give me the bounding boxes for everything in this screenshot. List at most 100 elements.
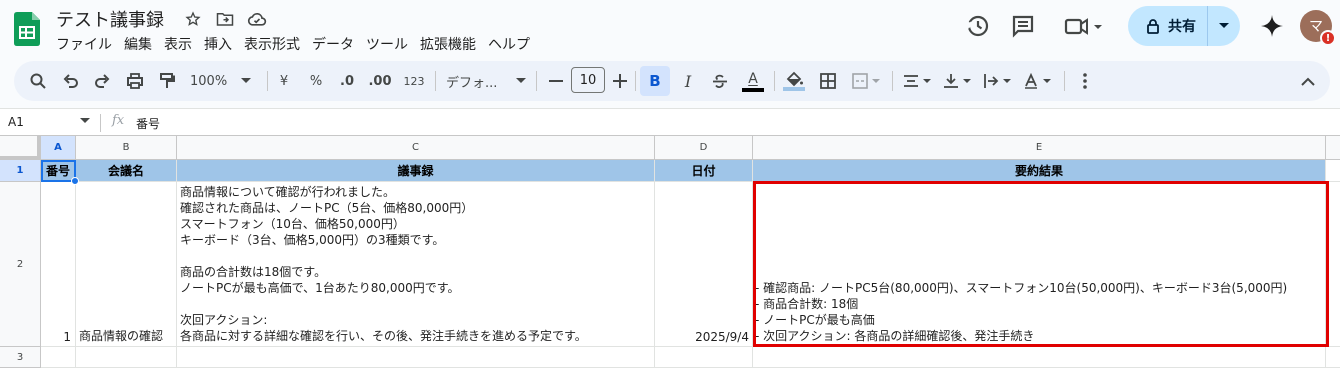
move-folder-icon[interactable]	[214, 8, 236, 30]
cell-a3[interactable]	[41, 347, 76, 368]
zoom-select[interactable]: 100%	[190, 69, 256, 93]
strikethrough-icon[interactable]	[709, 69, 731, 93]
cell-f3[interactable]	[1326, 347, 1340, 368]
cell-d3[interactable]	[655, 347, 753, 368]
menu-tools[interactable]: ツール	[366, 34, 414, 54]
font-dropdown-icon	[516, 78, 526, 83]
title-bar: テスト議事録 ファイル 編集 表示 挿入 表示形式 データ ツール 拡張機能 ヘ…	[0, 0, 1340, 58]
vertical-align-icon[interactable]	[940, 69, 976, 93]
document-title[interactable]: テスト議事録	[56, 6, 164, 32]
currency-format-button[interactable]: ¥	[276, 69, 292, 93]
borders-icon[interactable]	[817, 69, 839, 93]
text-color-button[interactable]: A	[741, 69, 765, 93]
formula-divider	[100, 114, 101, 132]
toolbar-divider	[635, 71, 636, 91]
menu-insert[interactable]: 挿入	[204, 34, 238, 54]
more-formats-button[interactable]: 123	[402, 69, 426, 93]
gemini-sparkle-icon[interactable]	[1256, 10, 1288, 42]
name-box-dropdown-icon[interactable]	[80, 118, 90, 124]
cell-d1[interactable]: 日付	[655, 160, 753, 182]
increase-font-size-icon[interactable]	[611, 69, 629, 93]
avatar[interactable]: マ !	[1300, 10, 1336, 46]
cell-e2[interactable]: - 確認商品: ノートPC5台(80,000円)、スマートフォン10台(50,0…	[753, 182, 1326, 347]
row-header-3[interactable]: 3	[0, 347, 41, 368]
cell-d2-value: 2025/9/4	[695, 330, 749, 344]
column-header-b[interactable]: B	[76, 136, 177, 160]
formula-bar: A1 fx 番号	[0, 108, 1340, 136]
fill-color-bar	[783, 87, 805, 91]
comments-icon[interactable]	[1007, 10, 1039, 42]
cell-e1[interactable]: 要約結果	[753, 160, 1326, 182]
star-icon[interactable]	[182, 8, 204, 30]
menu-file[interactable]: ファイル	[56, 34, 118, 54]
search-menus-icon[interactable]	[26, 69, 50, 93]
cell-e3[interactable]	[753, 347, 1326, 368]
formula-input[interactable]: 番号	[136, 115, 160, 132]
cell-c3[interactable]	[177, 347, 655, 368]
redo-icon[interactable]	[90, 69, 114, 93]
increase-decimal-label: .00	[368, 73, 392, 89]
spreadsheet-grid[interactable]: A B C D E 1 2 3 番号 会議名 議事録 日付 要約結果 1 商品情…	[0, 136, 1340, 368]
cell-b3[interactable]	[76, 347, 177, 368]
column-header-a[interactable]: A	[41, 136, 76, 160]
sheets-logo-icon[interactable]	[14, 12, 40, 46]
toolbar: 100% ¥ % .0 .00 123 デフォ... 10 B I A	[14, 61, 1330, 101]
fill-handle[interactable]	[71, 177, 79, 185]
toolbar-divider	[267, 71, 268, 91]
font-select[interactable]: デフォ...	[446, 69, 526, 93]
version-history-icon[interactable]	[962, 10, 994, 42]
cell-b2-value: 商品情報の確認	[79, 329, 164, 343]
bold-button[interactable]: B	[640, 66, 670, 96]
italic-button[interactable]: I	[678, 69, 698, 93]
menu-edit[interactable]: 編集	[124, 34, 158, 54]
column-header-e[interactable]: E	[753, 136, 1326, 160]
print-icon[interactable]	[123, 69, 147, 93]
collapse-toolbar-icon[interactable]	[1298, 69, 1318, 93]
decrease-decimal-button[interactable]: .0	[337, 69, 357, 93]
column-header-d[interactable]: D	[655, 136, 753, 160]
more-options-icon[interactable]	[1075, 69, 1095, 93]
menu-data[interactable]: データ	[312, 34, 360, 54]
cell-f1[interactable]	[1326, 160, 1340, 182]
menu-view[interactable]: 表示	[164, 34, 198, 54]
paint-format-icon[interactable]	[155, 69, 179, 93]
horizontal-align-icon[interactable]	[900, 69, 936, 93]
name-box[interactable]: A1	[8, 115, 24, 129]
lock-icon	[1147, 19, 1159, 34]
fill-color-button[interactable]	[782, 69, 806, 93]
cell-c1[interactable]: 議事録	[177, 160, 655, 182]
menu-extensions[interactable]: 拡張機能	[420, 34, 482, 54]
cell-c2[interactable]: 商品情報について確認が行われました。 確認された商品は、ノートPC（5台、価格8…	[177, 182, 655, 347]
cell-a2[interactable]: 1	[41, 182, 76, 347]
column-header-f[interactable]	[1326, 136, 1340, 160]
cell-d2[interactable]: 2025/9/4	[655, 182, 753, 347]
meet-video-icon[interactable]	[1062, 10, 1110, 42]
cell-a2-value: 1	[63, 330, 71, 344]
cloud-saved-icon[interactable]	[246, 8, 268, 30]
text-wrapping-icon[interactable]	[980, 69, 1016, 93]
percent-format-button[interactable]: %	[308, 69, 324, 93]
cell-b1[interactable]: 会議名	[76, 160, 177, 182]
column-header-c[interactable]: C	[177, 136, 655, 160]
alert-badge: !	[1320, 30, 1336, 46]
menu-format[interactable]: 表示形式	[244, 34, 306, 54]
share-dropdown-arrow-icon[interactable]	[1208, 6, 1240, 46]
increase-decimal-button[interactable]: .00	[367, 69, 393, 93]
row-header-2[interactable]: 2	[0, 182, 41, 347]
menu-bar: ファイル 編集 表示 挿入 表示形式 データ ツール 拡張機能 ヘルプ	[56, 34, 542, 54]
decrease-decimal-label: .0	[340, 73, 354, 89]
toolbar-divider	[1064, 71, 1065, 91]
toolbar-divider	[892, 71, 893, 91]
row-header-1[interactable]: 1	[0, 160, 41, 182]
font-size-input[interactable]: 10	[571, 67, 605, 93]
cell-b2[interactable]: 商品情報の確認	[76, 182, 177, 347]
menu-help[interactable]: ヘルプ	[488, 34, 536, 54]
cell-f2[interactable]	[1326, 182, 1340, 347]
share-button[interactable]: 共有	[1128, 6, 1240, 46]
text-rotation-icon[interactable]	[1020, 69, 1056, 93]
toolbar-divider	[435, 71, 436, 91]
select-all-corner[interactable]	[0, 136, 41, 160]
undo-icon[interactable]	[59, 69, 83, 93]
merge-cells-icon[interactable]	[849, 69, 885, 93]
decrease-font-size-icon[interactable]	[547, 69, 565, 93]
